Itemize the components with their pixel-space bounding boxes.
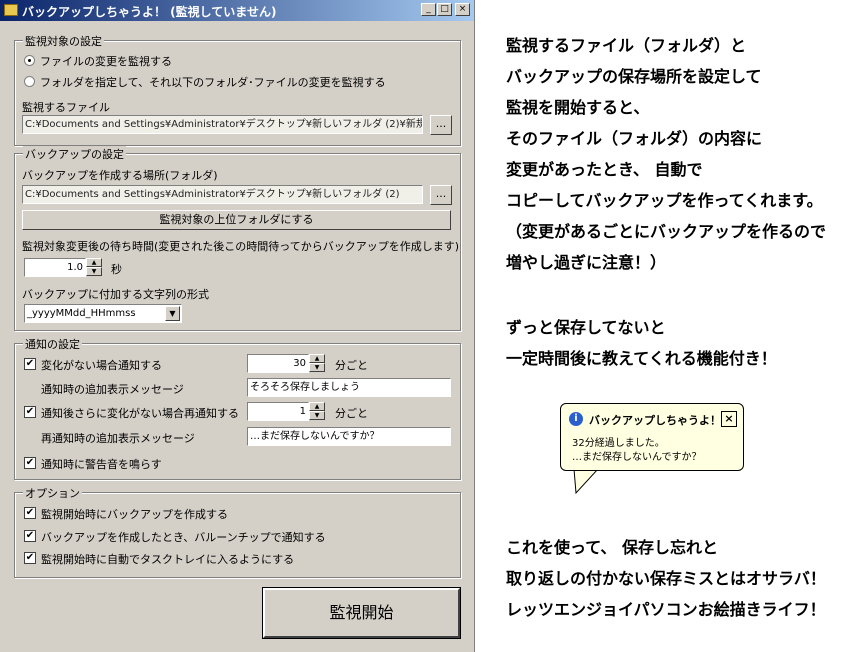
browse-file-button[interactable]: ...: [430, 115, 452, 135]
description-line: コピーしてバックアップを作ってくれます。: [506, 191, 823, 210]
folder-icon: [4, 4, 18, 16]
balloon-tip[interactable]: i バックアップしちゃうよ！ × 32分経過しました。 …まだ保存しないんですか…: [560, 403, 744, 471]
watch-file-path-field[interactable]: C:¥Documents and Settings¥Administrator¥…: [22, 115, 423, 134]
parent-folder-button[interactable]: 監視対象の上位フォルダにする: [22, 210, 451, 230]
description-line: 監視するファイル（フォルダ）と: [506, 36, 747, 55]
renotify-message-label: 再通知時の追加表示メッセージ: [41, 432, 195, 445]
wait-time-label: 監視対象変更後の待ち時間(変更された後この時間待ってからバックアップを作成します…: [22, 240, 460, 253]
start-monitoring-button[interactable]: 監視開始: [262, 587, 461, 639]
window-title: バックアップしちゃうよ！ (監視していません): [22, 5, 277, 19]
radio-watch-folder[interactable]: [24, 76, 35, 87]
balloon-message-line: …まだ保存しないんですか？: [572, 452, 702, 463]
notify-interval-unit: 分ごと: [335, 359, 368, 372]
description-line: ずっと保存してないと: [506, 318, 666, 337]
wait-time-input[interactable]: 1.0: [24, 258, 86, 277]
spin-up-icon[interactable]: ▲: [309, 354, 325, 363]
info-icon: i: [569, 412, 583, 426]
notify-group: 通知の設定 ✔ 変化がない場合通知する 30 ▲ ▼ 分ごと 通知時の追加表示メッ…: [14, 336, 461, 480]
balloon-close-button[interactable]: ×: [721, 411, 737, 427]
description-line: 増やし過ぎに注意！）: [506, 253, 667, 272]
wait-time-unit: 秒: [111, 263, 122, 276]
minimize-button[interactable]: _: [421, 3, 436, 16]
beep-checkbox[interactable]: ✔: [24, 457, 36, 469]
radio-watch-file[interactable]: [24, 55, 35, 66]
renotify-interval-input[interactable]: 1: [247, 402, 309, 421]
monitor-target-group: 監視対象の設定 ファイルの変更を監視する フォルダを指定して、それ以下のフォルダ…: [14, 33, 461, 146]
backup-dest-label: バックアップを作成する場所(フォルダ): [22, 169, 218, 182]
browse-folder-button[interactable]: ...: [430, 185, 452, 205]
renotify-label[interactable]: 通知後さらに変化がない場合再通知する: [41, 405, 239, 421]
beep-label[interactable]: 通知時に警告音を鳴らす: [41, 456, 162, 472]
notify-no-change-checkbox[interactable]: ✔: [24, 358, 36, 370]
radio-watch-file-label[interactable]: ファイルの変更を監視する: [40, 53, 172, 69]
backup-dest-path-field[interactable]: C:¥Documents and Settings¥Administrator¥…: [22, 185, 423, 204]
option-auto-tray-label[interactable]: 監視開始時に自動でタスクトレイに入るようにする: [41, 551, 294, 567]
wait-time-spinner[interactable]: ▲ ▼: [86, 258, 102, 277]
description-line: 取り返しの付かない保存ミスとはオサラバ！: [506, 569, 826, 588]
app-window: バックアップしちゃうよ！ (監視していません) _ □ × 監視対象の設定 ファ…: [0, 0, 475, 652]
renotify-interval-unit: 分ごと: [335, 407, 368, 420]
option-auto-tray-checkbox[interactable]: ✔: [24, 552, 36, 564]
description-line: 変更があったとき、 自動で: [506, 160, 703, 179]
description-line: そのファイル（フォルダ）の内容に: [506, 129, 763, 148]
balloon-tail: [573, 469, 599, 495]
watch-file-label: 監視するファイル: [22, 101, 110, 114]
extra-message-label: 通知時の追加表示メッセージ: [41, 383, 184, 396]
suffix-format-select[interactable]: _yyyyMMdd_HHmmss ▼: [24, 304, 182, 323]
option-balloon-notify-label[interactable]: バックアップを作成したとき、バルーンチップで通知する: [41, 529, 326, 545]
description-line: レッツエンジョイパソコンお絵描きライフ！: [506, 600, 826, 619]
description-line: 一定時間後に教えてくれる機能付き！: [506, 349, 777, 368]
chevron-down-icon[interactable]: ▼: [165, 306, 180, 321]
description-line: これを使って、 保存し忘れと: [506, 538, 718, 557]
notify-no-change-label[interactable]: 変化がない場合通知する: [41, 357, 162, 373]
balloon-message-line: 32分経過しました。: [572, 438, 665, 449]
maximize-button[interactable]: □: [437, 3, 452, 16]
group-legend: 監視対象の設定: [23, 33, 104, 49]
suffix-format-label: バックアップに付加する文字列の形式: [22, 288, 209, 301]
extra-message-input[interactable]: そろそろ保存しましょう: [247, 378, 451, 397]
description-line: バックアップの保存場所を設定して: [506, 67, 762, 86]
spin-down-icon[interactable]: ▼: [309, 411, 325, 420]
title-bar[interactable]: バックアップしちゃうよ！ (監視していません) _ □ ×: [0, 0, 474, 21]
spin-down-icon[interactable]: ▼: [309, 363, 325, 372]
options-group: オプション ✔ 監視開始時にバックアップを作成する ✔ バックアップを作成したと…: [14, 485, 461, 578]
renotify-checkbox[interactable]: ✔: [24, 406, 36, 418]
option-backup-on-start-checkbox[interactable]: ✔: [24, 507, 36, 519]
notify-interval-input[interactable]: 30: [247, 354, 309, 373]
description-line: 監視を開始すると、: [506, 98, 650, 117]
close-button[interactable]: ×: [455, 3, 470, 16]
group-legend: オプション: [23, 485, 82, 501]
renotify-message-input[interactable]: …まだ保存しないんですか？: [247, 427, 451, 446]
group-legend: 通知の設定: [23, 336, 82, 352]
backup-group: バックアップの設定 バックアップを作成する場所(フォルダ) C:¥Documen…: [14, 146, 461, 331]
renotify-interval-spinner[interactable]: ▲ ▼: [309, 402, 325, 421]
balloon-title: バックアップしちゃうよ！: [589, 414, 721, 427]
suffix-format-value: _yyyyMMdd_HHmmss: [27, 308, 136, 319]
description-line: （変更があるごとにバックアップを作るので: [506, 222, 827, 241]
option-backup-on-start-label[interactable]: 監視開始時にバックアップを作成する: [41, 506, 228, 522]
radio-watch-folder-label[interactable]: フォルダを指定して、それ以下のフォルダ･ファイルの変更を監視する: [40, 74, 386, 90]
spin-up-icon[interactable]: ▲: [86, 258, 102, 267]
option-balloon-notify-checkbox[interactable]: ✔: [24, 530, 36, 542]
spin-down-icon[interactable]: ▼: [86, 267, 102, 276]
group-legend: バックアップの設定: [23, 146, 126, 162]
spin-up-icon[interactable]: ▲: [309, 402, 325, 411]
notify-interval-spinner[interactable]: ▲ ▼: [309, 354, 325, 373]
